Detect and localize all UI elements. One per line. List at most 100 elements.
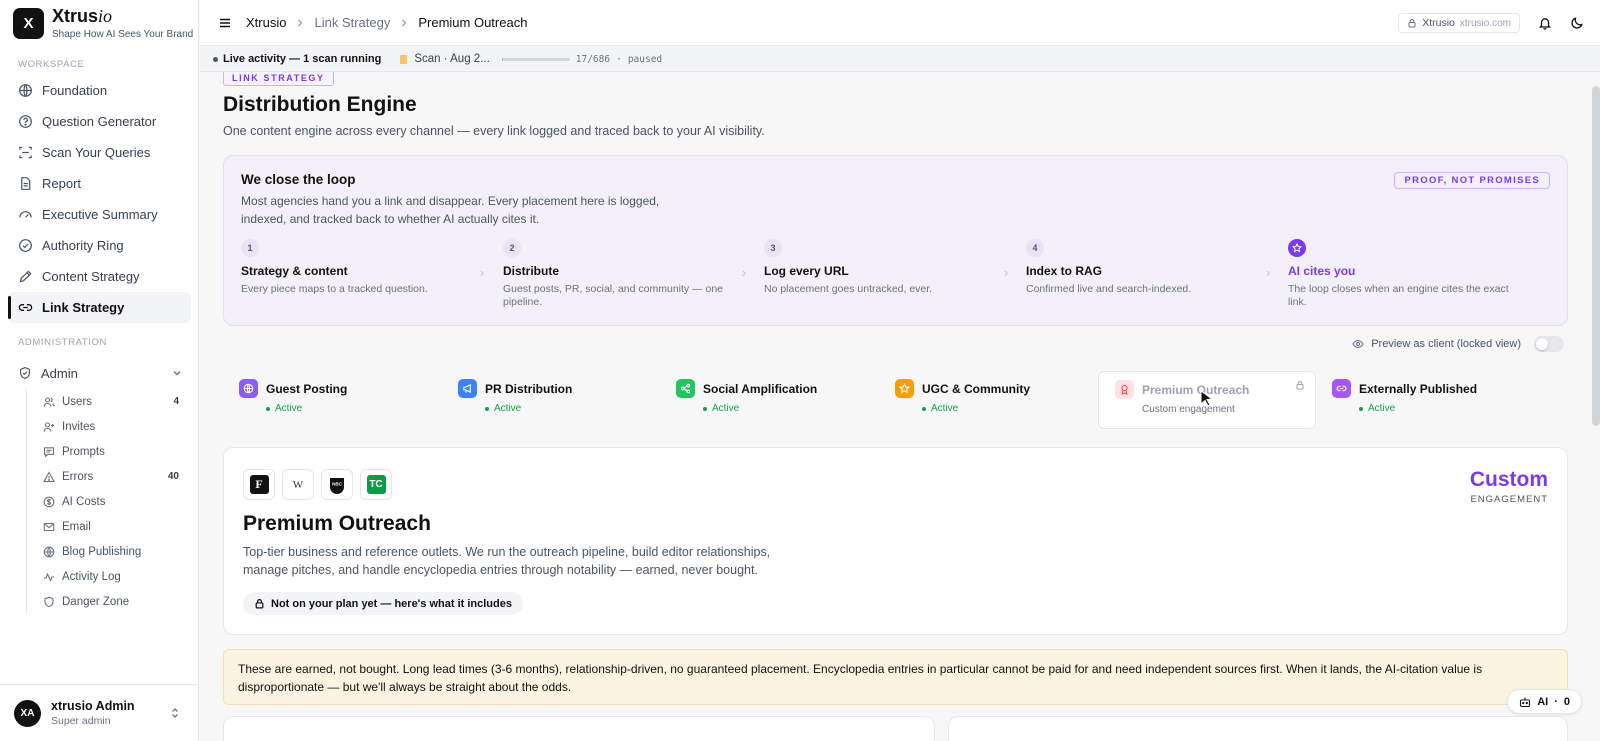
proof-badge: PROOF, NOT PROMISES	[1394, 172, 1550, 189]
nav-item-authority-ring[interactable]: Authority Ring	[8, 230, 191, 261]
nav-label: Scan Your Queries	[42, 145, 151, 160]
sub-item-ai-costs[interactable]: AI Costs	[27, 489, 183, 514]
user-menu[interactable]: XA xtrusio Admin Super admin	[0, 684, 199, 741]
plan-notice-label: Not on your plan yet — here's what it in…	[271, 597, 512, 610]
link-icon	[18, 304, 33, 311]
step-title: AI cites you	[1288, 264, 1356, 278]
step-description: No placement goes untracked, ever.	[764, 283, 933, 295]
warning-icon	[43, 470, 55, 482]
megaphone-icon	[458, 379, 477, 398]
sub-item-invites[interactable]: Invites	[27, 414, 183, 439]
breadcrumb-item-current: Premium Outreach	[418, 15, 528, 30]
user-name: xtrusio Admin	[51, 699, 135, 713]
topbar: Xtrusio Link Strategy Premium Outreach X…	[200, 0, 1600, 46]
globe-icon	[43, 546, 55, 557]
menu-icon[interactable]	[218, 16, 232, 30]
channel-status: Active	[922, 403, 1081, 414]
plan-notice[interactable]: Not on your plan yet — here's what it in…	[243, 592, 523, 615]
breadcrumb-item[interactable]: Xtrusio	[246, 15, 286, 30]
close-the-loop-panel: We close the loop Most agencies hand you…	[223, 155, 1568, 326]
forbes-logo: F	[243, 469, 275, 500]
scrollbar[interactable]	[1592, 86, 1600, 426]
live-indicator	[213, 56, 218, 62]
bell-icon[interactable]	[1538, 16, 1552, 30]
users-icon	[43, 396, 55, 407]
sub-item-danger-zone[interactable]: Danger Zone	[27, 589, 183, 614]
nav-item-content-strategy[interactable]: Content Strategy	[8, 261, 191, 292]
breadcrumb-item[interactable]: Link Strategy	[314, 15, 390, 30]
ai-separator: ·	[1554, 695, 1558, 708]
channel-status: Active	[485, 403, 644, 414]
step-description: Every piece maps to a tracked question.	[241, 283, 428, 295]
sidebar: X Xtrusio Shape How AI Sees Your Brand W…	[0, 0, 199, 741]
pen-icon	[19, 270, 32, 283]
nav-item-link-strategy[interactable]: Link Strategy	[8, 292, 191, 323]
brand-tagline: Shape How AI Sees Your Brand	[52, 29, 194, 40]
progress-count: 17/686	[575, 53, 611, 65]
user-plus-icon	[43, 421, 54, 432]
loop-step-final: AI cites you The loop closes when an eng…	[1288, 239, 1518, 309]
sub-item-prompts[interactable]: Prompts	[27, 439, 183, 464]
client-preview-toggle[interactable]: Preview as client (locked view)	[1352, 336, 1564, 352]
pricing: Custom ENGAGEMENT	[1470, 468, 1548, 505]
step-number: 1	[241, 239, 259, 257]
channel-name: Externally Published	[1359, 381, 1478, 396]
sub-item-label: AI Costs	[62, 495, 106, 508]
site-selector[interactable]: Xtrusio xtrusio.com	[1398, 13, 1520, 33]
document-icon	[21, 177, 31, 190]
channel-status: Custom engagement	[1142, 404, 1235, 415]
nav-item-foundation[interactable]: Foundation	[8, 75, 191, 106]
mail-icon	[43, 522, 55, 531]
step-description: The loop closes when an engine cites the…	[1288, 283, 1509, 308]
channel-tab-pr-distribution[interactable]: PR Distribution Active	[442, 371, 660, 429]
admin-group-toggle[interactable]: Admin	[18, 358, 183, 388]
channel-tab-social-amplification[interactable]: Social Amplification Active	[660, 371, 878, 429]
scan-progress[interactable]: Scan · Aug 2... 17/686 · paused	[399, 53, 662, 65]
main-content: LINK STRATEGY Distribution Engine One co…	[200, 72, 1590, 741]
loop-description: Most agencies hand you a link and disapp…	[241, 194, 660, 226]
sub-item-users[interactable]: Users 4	[27, 389, 183, 414]
sub-item-blog-publishing[interactable]: Blog Publishing	[27, 539, 183, 564]
channel-name: Guest Posting	[266, 381, 348, 396]
nav-item-executive-summary[interactable]: Executive Summary	[8, 199, 191, 230]
nav-item-scan-queries[interactable]: Scan Your Queries	[8, 137, 191, 168]
nav-item-question-generator[interactable]: Question Generator	[8, 106, 191, 137]
eye-icon	[1352, 339, 1364, 349]
link-icon	[1332, 379, 1351, 398]
star-icon	[1288, 239, 1306, 257]
sub-item-activity-log[interactable]: Activity Log	[27, 564, 183, 589]
channel-tab-guest-posting[interactable]: Guest Posting Active	[223, 371, 441, 429]
brand[interactable]: X Xtrusio Shape How AI Sees Your Brand	[13, 7, 194, 40]
nav-item-report[interactable]: Report	[8, 168, 191, 199]
chevron-right-icon: ›	[742, 265, 747, 280]
nav-label: Executive Summary	[42, 207, 158, 222]
moon-icon[interactable]	[1570, 16, 1584, 30]
channel-status: Active	[703, 403, 862, 414]
nav-label: Authority Ring	[42, 238, 124, 253]
scan-state: paused	[627, 53, 663, 65]
site-domain: xtrusio.com	[1459, 17, 1511, 29]
channel-tab-ugc-community[interactable]: UGC & Community Active	[879, 371, 1097, 429]
toggle-switch[interactable]	[1534, 336, 1564, 352]
dollar-icon	[43, 496, 55, 507]
channel-tab-externally-published[interactable]: Externally Published Active	[1316, 371, 1534, 429]
sub-item-email[interactable]: Email	[27, 514, 183, 539]
sub-item-errors[interactable]: Errors 40	[27, 464, 183, 489]
user-role: Super admin	[51, 715, 111, 727]
topbar-actions: Xtrusio xtrusio.com	[1398, 13, 1584, 33]
ai-assistant-button[interactable]: AI · 0	[1507, 689, 1582, 714]
ai-count: 0	[1563, 695, 1570, 708]
sub-item-label: Prompts	[62, 445, 105, 458]
sub-item-label: Blog Publishing	[62, 545, 142, 558]
chevron-down-icon	[173, 371, 181, 376]
globe-icon	[19, 84, 32, 97]
price-value: Custom	[1469, 468, 1548, 491]
shield-icon	[44, 596, 54, 607]
activity-bar: Live activity — 1 scan running Scan · Au…	[200, 47, 1600, 72]
step-title: Strategy & content	[241, 264, 348, 278]
chevron-right-icon	[402, 19, 407, 26]
activity-icon	[44, 572, 54, 582]
chevron-right-icon: ›	[480, 265, 485, 280]
globe-icon	[239, 379, 258, 398]
sub-item-label: Users	[62, 395, 93, 408]
